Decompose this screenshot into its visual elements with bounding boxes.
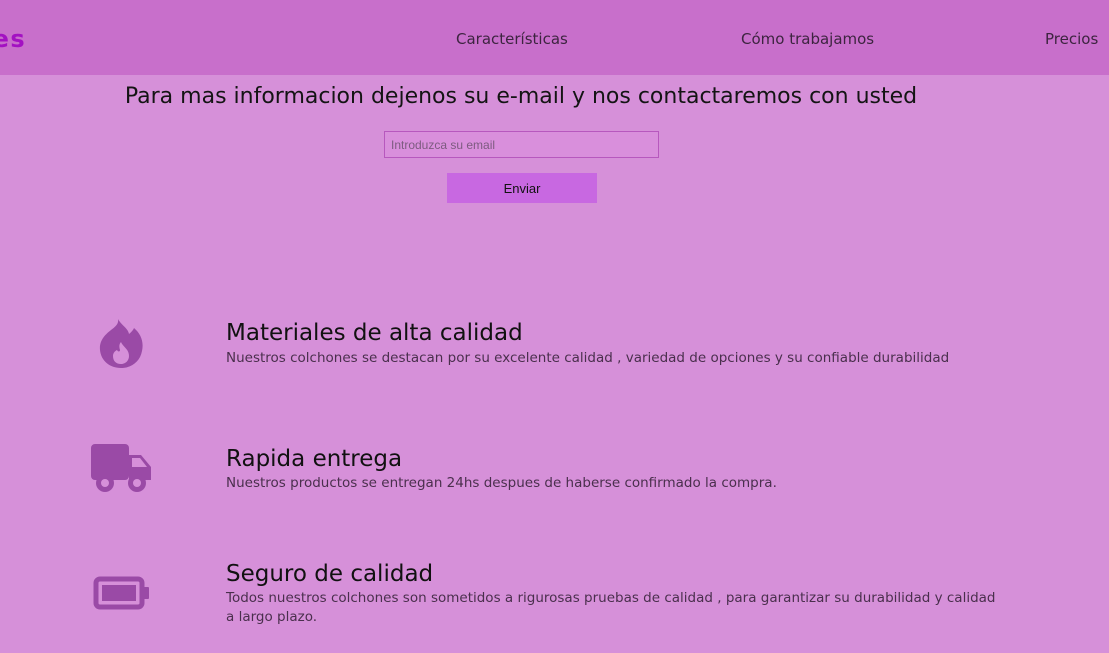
feature-title: Materiales de alta calidad [226,320,523,346]
nav-link-precios[interactable]: Precios [1045,30,1098,48]
feature-description: Nuestros colchones se destacan por su ex… [226,350,950,366]
fire-icon [98,318,144,374]
email-input[interactable] [384,131,659,158]
nav-link-como-trabajamos[interactable]: Cómo trabajamos [741,30,874,48]
truck-icon [91,443,153,497]
nav-link-caracteristicas[interactable]: Características [456,30,568,48]
feature-description: Nuestros productos se entregan 24hs desp… [226,475,777,491]
feature-title: Seguro de calidad [226,561,434,587]
site-header: ones Características Cómo trabajamos Pre… [0,0,1109,75]
feature-title: Rapida entrega [226,446,403,472]
contact-heading: Para mas informacion dejenos su e-mail y… [124,84,918,109]
feature-description: Todos nuestros colchones son sometidos a… [226,590,996,625]
send-button[interactable]: Enviar [447,173,597,203]
brand-logo[interactable]: ones [0,25,26,53]
battery-icon [93,576,151,614]
